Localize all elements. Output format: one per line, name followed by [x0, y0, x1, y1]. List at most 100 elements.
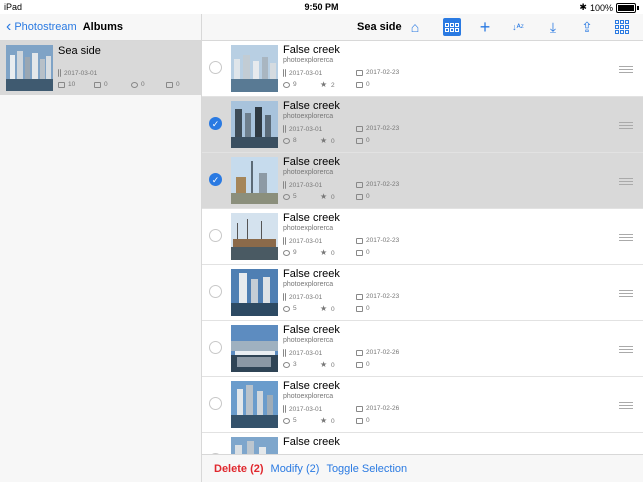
- modify-button[interactable]: Modify (2): [271, 463, 320, 475]
- star-icon: ★: [320, 304, 328, 313]
- photo-author: photoexplorerca: [283, 281, 334, 288]
- comments-meta: 0: [356, 361, 370, 368]
- upload-icon: [283, 69, 286, 77]
- selection-checkbox[interactable]: ✓: [209, 117, 222, 130]
- drag-handle-icon[interactable]: [619, 234, 633, 243]
- home-icon[interactable]: ⌂: [406, 18, 424, 36]
- selection-checkbox[interactable]: ✓: [209, 173, 222, 186]
- album-date-meta: 2017-03-01: [58, 69, 97, 77]
- eye-icon: [283, 305, 290, 312]
- photo-title: False creek: [283, 324, 340, 336]
- selection-checkbox[interactable]: [209, 285, 222, 298]
- favs-meta: ★ 0: [320, 137, 335, 145]
- taken-meta: 2017-02-26: [356, 349, 399, 356]
- camera-icon: [356, 237, 363, 244]
- taken-meta: 2017-02-23: [356, 293, 399, 300]
- back-button[interactable]: Photostream: [14, 21, 76, 33]
- upload-icon: [283, 237, 286, 245]
- view-count: 0: [141, 81, 145, 88]
- photo-list: False creek photoexplorerca 2017-03-01 2…: [202, 41, 643, 454]
- fav-count: 0: [331, 193, 335, 201]
- selection-checkbox[interactable]: [209, 229, 222, 242]
- list-item[interactable]: ✓ False creek photoexplorerca 2017-03-01…: [202, 97, 643, 153]
- comment-count: 0: [366, 305, 370, 312]
- uploaded-meta: 2017-03-01: [283, 405, 322, 413]
- photo-title: False creek: [283, 212, 340, 224]
- sort-az-icon[interactable]: ↓ᴬᶻ: [509, 18, 527, 36]
- taken-meta: 2017-02-23: [356, 69, 399, 76]
- favs-meta: ★ 2: [320, 81, 335, 89]
- upload-icon: [283, 181, 286, 189]
- eye-icon: [283, 193, 290, 200]
- comment-count: 0: [366, 417, 370, 424]
- comment-count: 0: [366, 137, 370, 144]
- comment-icon: [356, 249, 363, 256]
- comment-icon: [356, 361, 363, 368]
- photo-icon: [58, 81, 65, 88]
- upload-icon: [283, 349, 286, 357]
- uploaded-date: 2017-03-01: [289, 125, 323, 133]
- drag-handle-icon[interactable]: [619, 66, 633, 75]
- views-meta: 3: [283, 361, 297, 368]
- views-meta: 9: [283, 249, 297, 256]
- share-icon[interactable]: ⇪: [578, 18, 596, 36]
- selection-checkbox[interactable]: [209, 341, 222, 354]
- battery-icon: [616, 2, 636, 13]
- toggle-selection-button[interactable]: Toggle Selection: [326, 463, 407, 475]
- view-count: 5: [293, 193, 297, 200]
- taken-date: 2017-02-26: [366, 349, 400, 356]
- list-item[interactable]: False creek photoexplorerca 2017-03-01 2…: [202, 41, 643, 97]
- fav-count: 0: [331, 249, 335, 257]
- list-item[interactable]: False creek: [202, 433, 643, 454]
- selection-checkbox[interactable]: [209, 61, 222, 74]
- drag-handle-icon[interactable]: [619, 346, 633, 355]
- taken-meta: 2017-02-23: [356, 125, 399, 132]
- comment-count: 0: [366, 193, 370, 200]
- view-count: 5: [293, 305, 297, 312]
- camera-icon: [356, 125, 363, 132]
- list-item[interactable]: False creek photoexplorerca 2017-03-01 2…: [202, 321, 643, 377]
- photo-thumbnail: [231, 269, 278, 316]
- list-item[interactable]: False creek photoexplorerca 2017-03-01 2…: [202, 265, 643, 321]
- drag-handle-icon[interactable]: [619, 178, 633, 187]
- comment-count: 0: [366, 361, 370, 368]
- album-photo-count: 10: [58, 81, 75, 88]
- eye-icon: [283, 361, 290, 368]
- gallery-view-icon[interactable]: [443, 18, 461, 36]
- photo-title: False creek: [283, 44, 340, 56]
- view-count: 9: [293, 249, 297, 256]
- list-item[interactable]: False creek photoexplorerca 2017-03-01 2…: [202, 377, 643, 433]
- list-item[interactable]: ✓ False creek photoexplorerca 2017-03-01…: [202, 153, 643, 209]
- drag-handle-icon[interactable]: [619, 122, 633, 131]
- star-icon: ★: [320, 416, 328, 425]
- comment-icon: [356, 417, 363, 424]
- camera-icon: [356, 405, 363, 412]
- uploaded-meta: 2017-03-01: [283, 181, 322, 189]
- upload-icon: [283, 293, 286, 301]
- bluetooth-icon: ✱: [579, 2, 587, 12]
- comment-icon: [356, 305, 363, 312]
- chevron-left-icon[interactable]: ‹: [6, 19, 11, 35]
- comment-count: 0: [176, 81, 180, 88]
- camera-icon: [356, 293, 363, 300]
- drag-handle-icon[interactable]: [619, 402, 633, 411]
- album-video-count: 0: [94, 81, 108, 88]
- fav-count: 0: [331, 361, 335, 369]
- list-item[interactable]: False creek photoexplorerca 2017-03-01 2…: [202, 209, 643, 265]
- drag-handle-icon[interactable]: [619, 290, 633, 299]
- plus-icon[interactable]: +: [476, 18, 494, 36]
- taken-date: 2017-02-23: [366, 69, 400, 76]
- view-count: 9: [293, 81, 297, 88]
- delete-button[interactable]: Delete (2): [214, 463, 264, 475]
- view-count: 8: [293, 137, 297, 144]
- status-right: ✱ 100%: [579, 2, 639, 13]
- camera-icon: [356, 349, 363, 356]
- photo-title: False creek: [283, 156, 340, 168]
- album-item-sea-side[interactable]: Sea side 2017-03-01 10 0 0 0: [0, 41, 201, 95]
- video-count: 0: [104, 81, 108, 88]
- eye-icon: [283, 137, 290, 144]
- download-icon[interactable]: ⤓: [544, 18, 562, 36]
- grid-icon[interactable]: [613, 18, 631, 36]
- selection-checkbox[interactable]: [209, 397, 222, 410]
- comments-meta: 0: [356, 193, 370, 200]
